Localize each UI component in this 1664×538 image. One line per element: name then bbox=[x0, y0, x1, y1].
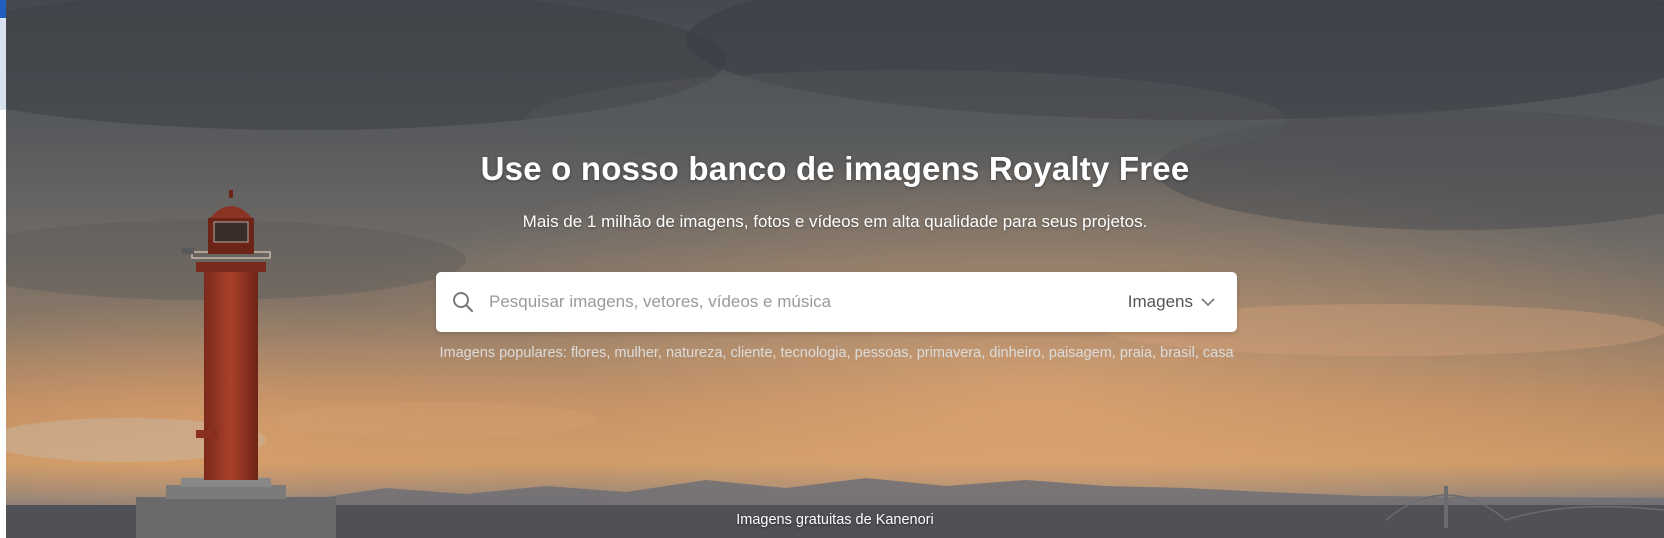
image-credit: Imagens gratuitas de Kanenori bbox=[6, 512, 1664, 528]
search-type-dropdown[interactable]: Imagens bbox=[1128, 292, 1215, 312]
popular-link-flores[interactable]: flores bbox=[571, 345, 606, 361]
popular-link-dinheiro[interactable]: dinheiro bbox=[989, 345, 1041, 361]
popular-link-mulher[interactable]: mulher bbox=[614, 345, 658, 361]
search-bar: Imagens bbox=[436, 272, 1237, 332]
popular-link-tecnologia[interactable]: tecnologia bbox=[780, 345, 846, 361]
popular-link-primavera[interactable]: primavera bbox=[917, 345, 981, 361]
search-icon[interactable] bbox=[451, 290, 475, 314]
popular-link-pessoas[interactable]: pessoas bbox=[855, 345, 909, 361]
chevron-down-icon bbox=[1201, 295, 1215, 309]
page: Use o nosso banco de imagens Royalty Fre… bbox=[0, 0, 1664, 538]
popular-link-praia[interactable]: praia bbox=[1120, 345, 1152, 361]
search-input[interactable] bbox=[489, 282, 1128, 322]
popular-link-natureza[interactable]: natureza bbox=[666, 345, 722, 361]
popular-link-paisagem[interactable]: paisagem bbox=[1049, 345, 1112, 361]
popular-link-brasil[interactable]: brasil bbox=[1160, 345, 1195, 361]
hero-title: Use o nosso banco de imagens Royalty Fre… bbox=[480, 150, 1190, 187]
popular-searches-label: Imagens populares: bbox=[439, 345, 567, 361]
popular-link-cliente[interactable]: cliente bbox=[730, 345, 772, 361]
hero-section: Use o nosso banco de imagens Royalty Fre… bbox=[6, 0, 1664, 538]
image-credit-link[interactable]: Imagens gratuitas de Kanenori bbox=[736, 512, 934, 528]
search-type-label: Imagens bbox=[1127, 292, 1193, 311]
hero-subtitle: Mais de 1 milhão de imagens, fotos e víd… bbox=[522, 212, 1148, 231]
hero-content: Use o nosso banco de imagens Royalty Fre… bbox=[6, 0, 1664, 538]
popular-link-casa[interactable]: casa bbox=[1203, 345, 1234, 361]
popular-searches: Imagens populares: flores, mulher, natur… bbox=[439, 345, 1234, 361]
